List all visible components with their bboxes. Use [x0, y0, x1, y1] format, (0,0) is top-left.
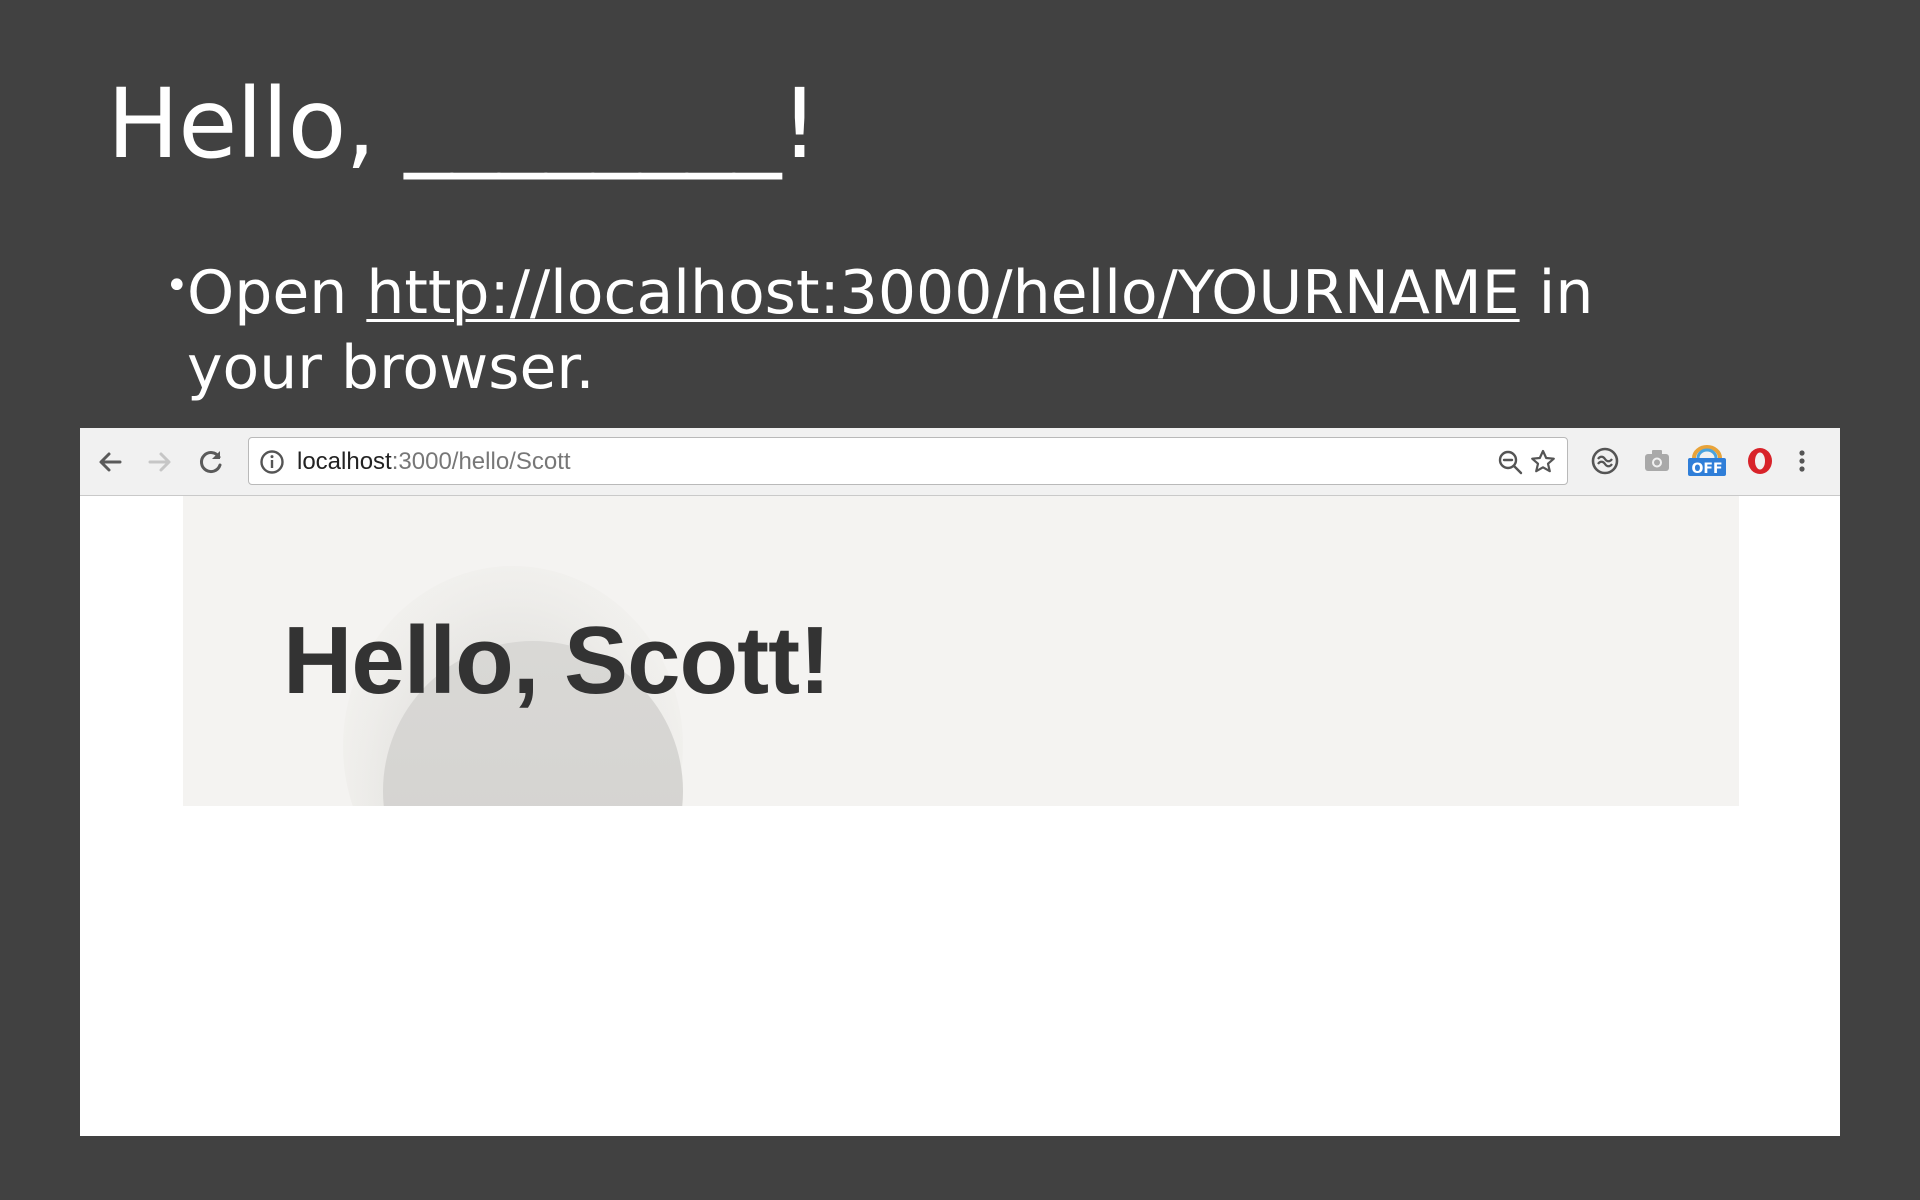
web-page-content: Hello, Scott! [80, 496, 1840, 1136]
info-icon[interactable] [259, 449, 285, 475]
bullet-dot: • [165, 263, 189, 309]
url-path: :3000/hello/Scott [391, 448, 571, 475]
menu-dots-icon[interactable] [1792, 444, 1812, 478]
address-bar[interactable]: localhost:3000/hello/Scott [248, 437, 1568, 485]
slide-bullet: • Open http://localhost:3000/hello/YOURN… [165, 256, 1747, 406]
forward-arrow-icon[interactable] [144, 446, 176, 478]
bullet-prefix: Open [187, 258, 367, 328]
star-icon[interactable] [1529, 448, 1557, 476]
url-host: localhost [297, 448, 392, 475]
jumbotron-banner: Hello, Scott! [183, 496, 1739, 806]
camera-extension-icon[interactable] [1640, 444, 1674, 478]
address-url[interactable]: localhost:3000/hello/Scott [297, 448, 571, 476]
off-badge-extension-icon[interactable]: OFF [1686, 444, 1728, 478]
off-badge-text: OFF [1691, 461, 1722, 477]
back-arrow-icon[interactable] [94, 446, 126, 478]
browser-window: localhost:3000/hello/Scott OFF Hello, Sc… [80, 428, 1840, 1136]
slide-title: Hello, ________! [107, 68, 819, 180]
browser-toolbar: localhost:3000/hello/Scott OFF [80, 428, 1840, 496]
sync-extension-icon[interactable] [1588, 444, 1622, 478]
page-heading: Hello, Scott! [283, 607, 831, 714]
opera-extension-icon[interactable] [1743, 444, 1777, 478]
bullet-link[interactable]: http://localhost:3000/hello/YOURNAME [366, 258, 1519, 328]
reload-icon[interactable] [195, 446, 227, 478]
presentation-slide: Hello, ________! • Open http://localhost… [0, 0, 1920, 1200]
zoom-out-icon[interactable] [1497, 449, 1523, 475]
